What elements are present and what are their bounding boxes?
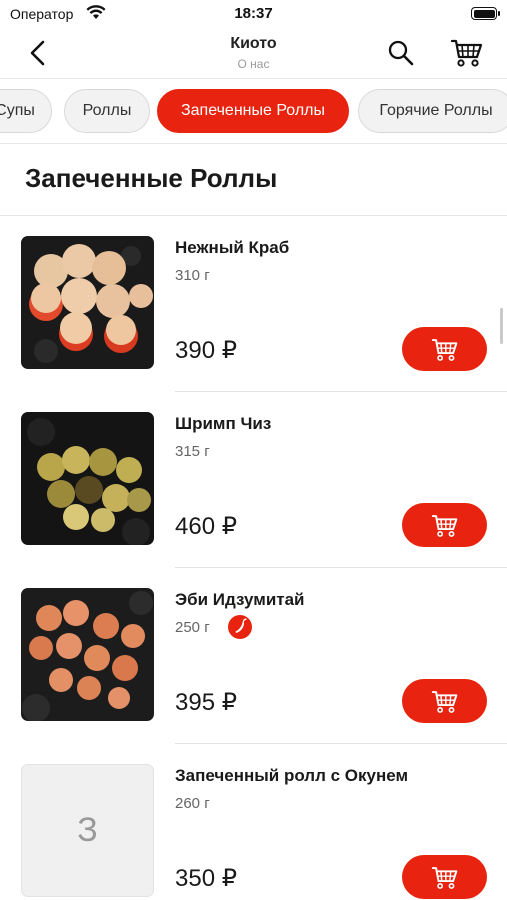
nav-title: Киото [230, 35, 277, 52]
tab-rolls[interactable]: Роллы [64, 89, 150, 133]
add-to-cart-button[interactable] [402, 679, 487, 723]
add-to-cart-button[interactable] [402, 855, 487, 899]
cart-button[interactable] [450, 36, 484, 68]
product-weight: 310 г [175, 267, 210, 284]
product-item[interactable]: Шримп Чиз 315 г 460 ₽ [0, 392, 507, 568]
cart-icon [431, 867, 457, 889]
tab-baked-rolls[interactable]: Запеченные Роллы [157, 89, 349, 133]
product-price: 350 ₽ [175, 865, 237, 892]
status-time: 18:37 [234, 5, 273, 22]
tab-soups[interactable]: Супы [0, 89, 52, 133]
product-image [21, 588, 154, 721]
product-image [21, 412, 154, 545]
product-image [21, 236, 154, 369]
cart-icon [431, 515, 457, 537]
section-title: Запеченные Роллы [25, 163, 278, 193]
product-price: 390 ₽ [175, 337, 237, 364]
cart-icon [431, 339, 457, 361]
product-weight: 250 г [175, 619, 210, 636]
product-name: Эби Идзумитай [175, 590, 305, 609]
cart-icon [431, 691, 457, 713]
product-item[interactable]: Нежный Краб 310 г 390 ₽ [0, 216, 507, 392]
product-image-placeholder: З [21, 764, 154, 897]
chili-pepper-icon [228, 615, 252, 639]
add-to-cart-button[interactable] [402, 503, 487, 547]
product-weight: 260 г [175, 795, 210, 812]
cart-icon [450, 39, 483, 67]
product-price: 395 ₽ [175, 689, 237, 716]
product-name: Запеченный ролл с Окунем [175, 766, 409, 785]
add-to-cart-button[interactable] [402, 327, 487, 371]
search-button[interactable] [386, 38, 416, 68]
category-tabs[interactable]: Супы Роллы Запеченные Роллы Горячие Ролл… [0, 78, 507, 144]
status-bar: Оператор 18:37 [0, 0, 507, 28]
battery-icon [471, 7, 500, 20]
product-item[interactable]: Эби Идзумитай 250 г 395 ₽ [0, 568, 507, 744]
tab-hot-rolls[interactable]: Горячие Роллы [358, 89, 507, 133]
product-item[interactable]: З Запеченный ролл с Окунем 260 г 350 ₽ [0, 744, 507, 900]
search-icon [388, 40, 414, 66]
nav-bar: Киото О нас [0, 28, 507, 78]
scrollbar[interactable] [500, 308, 503, 344]
product-name: Шримп Чиз [175, 414, 272, 433]
about-link[interactable]: О нас [0, 57, 507, 71]
product-weight: 315 г [175, 443, 210, 460]
product-price: 460 ₽ [175, 513, 237, 540]
product-name: Нежный Краб [175, 238, 290, 257]
